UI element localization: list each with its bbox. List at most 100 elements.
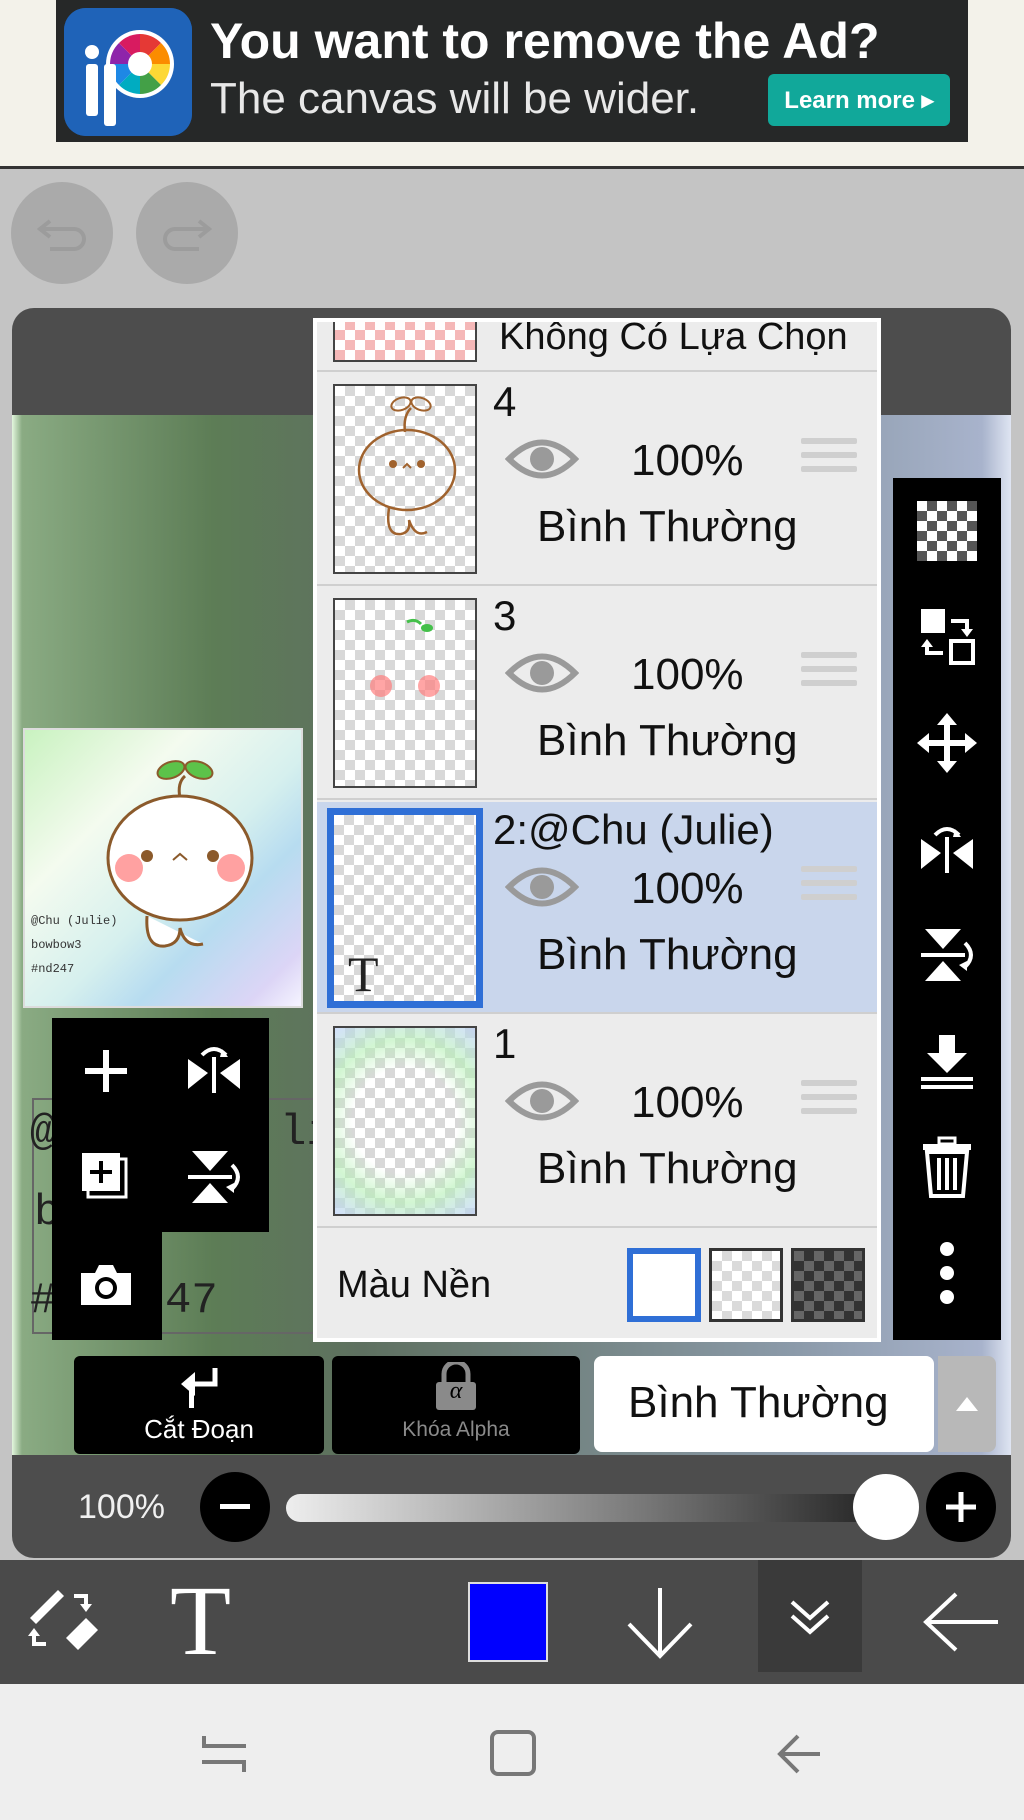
layer-opacity: 100% — [631, 864, 744, 913]
opacity-slider-track[interactable] — [286, 1494, 886, 1522]
checker-icon — [917, 501, 977, 561]
drag-handle-icon[interactable] — [801, 438, 857, 484]
blend-mode-dropdown-button[interactable] — [938, 1356, 996, 1452]
gradient-preview — [335, 1028, 475, 1214]
eye-icon[interactable] — [505, 648, 579, 698]
eye-icon[interactable] — [505, 434, 579, 484]
move-layer-down-button[interactable] — [620, 1582, 700, 1662]
camera-icon — [81, 1265, 131, 1305]
system-back-button[interactable] — [774, 1732, 824, 1776]
flip-vertical-icon — [188, 1151, 240, 1203]
drag-handle-icon[interactable] — [801, 1080, 857, 1126]
home-icon — [490, 1730, 536, 1776]
delete-layer-button[interactable] — [893, 1114, 1001, 1220]
blush-illustration — [370, 618, 440, 697]
bottom-toolbar: T — [0, 1560, 1024, 1684]
background-label: Màu Nền — [337, 1264, 492, 1306]
layer-row-4[interactable]: 4 100% Bình Thường — [317, 374, 877, 586]
eye-icon[interactable] — [505, 1076, 579, 1126]
recent-apps-icon — [202, 1736, 246, 1772]
layer-blend-mode: Bình Thường — [537, 502, 798, 551]
clipping-icon — [181, 1368, 218, 1408]
alpha-lock-label: Khóa Alpha — [402, 1418, 510, 1441]
brush-eraser-button[interactable] — [20, 1580, 104, 1664]
layer-opacity: 100% — [631, 1078, 744, 1127]
clipping-label: Cắt Đoạn — [144, 1414, 254, 1444]
merge-down-button[interactable] — [893, 1008, 1001, 1114]
arrow-left-icon — [923, 1592, 998, 1652]
layer-row-3[interactable]: 3 100% Bình Thường — [317, 588, 877, 800]
layer-blend-mode: Bình Thường — [537, 930, 798, 979]
more-options-button[interactable] — [893, 1220, 1001, 1326]
opacity-decrease-button[interactable] — [200, 1472, 270, 1542]
layer-thumbnail: T — [327, 808, 483, 1008]
back-button[interactable] — [918, 1582, 1002, 1662]
plus-icon — [85, 1050, 127, 1092]
flip-horizontal-layer-button[interactable] — [893, 796, 1001, 902]
redo-button[interactable] — [136, 182, 238, 284]
transparency-button[interactable] — [893, 478, 1001, 584]
trash-icon — [923, 1136, 971, 1198]
flip-horizontal-button[interactable] — [160, 1018, 268, 1124]
swap-layer-button[interactable] — [893, 584, 1001, 690]
layer-thumbnail — [333, 384, 477, 574]
system-back-icon — [777, 1734, 820, 1774]
layer-name: 2:@Chu (Julie) — [493, 806, 774, 853]
color-swatch-button[interactable] — [468, 1582, 548, 1662]
move-button[interactable] — [893, 690, 1001, 796]
layer-name: 3 — [493, 592, 517, 639]
more-icon — [940, 1242, 954, 1304]
eye-icon[interactable] — [505, 862, 579, 912]
undo-button[interactable] — [11, 182, 113, 284]
ad-subtitle: The canvas will be wider. — [210, 74, 700, 123]
recent-apps-button[interactable] — [196, 1732, 252, 1776]
ad-title: You want to remove the Ad? — [210, 13, 880, 69]
preview-text-line: @Chu (Julie) — [31, 914, 118, 928]
layer-row-2-selected[interactable]: T 2:@Chu (Julie) 100% Bình Thường — [317, 802, 877, 1014]
home-button[interactable] — [488, 1728, 538, 1778]
background-transparent-swatch[interactable] — [709, 1248, 783, 1322]
minus-icon — [220, 1504, 250, 1509]
drag-handle-icon[interactable] — [801, 652, 857, 698]
background-dark-swatch[interactable] — [791, 1248, 865, 1322]
flip-vertical-layer-button[interactable] — [893, 902, 1001, 1008]
clipping-button[interactable]: Cắt Đoạn — [74, 1356, 324, 1454]
ad-divider — [0, 166, 1024, 169]
alpha-lock-button[interactable]: α Khóa Alpha — [332, 1356, 580, 1454]
drag-handle-icon[interactable] — [801, 866, 857, 912]
text-tool-button[interactable]: T — [170, 1566, 231, 1676]
right-toolbar — [893, 478, 1001, 1340]
duplicate-layer-button[interactable] — [52, 1124, 160, 1230]
layer-row-1[interactable]: 1 100% Bình Thường — [317, 1016, 877, 1228]
selection-label: Không Có Lựa Chọn — [499, 318, 848, 358]
flip-horizontal-icon — [188, 1047, 240, 1093]
layer-opacity: 100% — [631, 650, 744, 699]
opacity-increase-button[interactable] — [926, 1472, 996, 1542]
camera-button[interactable] — [52, 1232, 160, 1338]
layer-thumbnail — [333, 1026, 477, 1216]
add-layer-button[interactable] — [52, 1018, 160, 1124]
canvas-preview-thumbnail[interactable]: @Chu (Julie) bowbow3 #nd247 — [23, 728, 303, 1008]
background-color-row: Màu Nền — [317, 1230, 877, 1338]
selection-layer-row[interactable]: Không Có Lựa Chọn — [317, 318, 877, 372]
layer-name: 1 — [493, 1020, 517, 1067]
duplicate-layer-icon — [82, 1153, 128, 1199]
layer-blend-mode: Bình Thường — [537, 1144, 798, 1193]
learn-more-button[interactable]: Learn more ▸ — [768, 74, 950, 126]
merge-down-icon — [921, 1035, 973, 1089]
flip-vertical-button[interactable] — [160, 1124, 268, 1230]
android-nav-bar — [0, 1684, 1024, 1820]
layer-opacity: 100% — [631, 436, 744, 485]
layer-menu-button[interactable] — [758, 1560, 862, 1672]
flip-horizontal-icon — [921, 827, 973, 873]
blend-mode-select[interactable]: Bình Thường — [594, 1356, 934, 1452]
opacity-value: 100% — [78, 1488, 165, 1526]
preview-text-line: #nd247 — [31, 962, 75, 976]
redo-icon — [163, 219, 213, 251]
plus-icon — [946, 1492, 976, 1522]
background-white-swatch[interactable] — [627, 1248, 701, 1322]
preview-text-line: bowbow3 — [31, 938, 82, 952]
opacity-slider-thumb[interactable] — [853, 1474, 919, 1540]
chevron-up-icon — [956, 1397, 978, 1411]
layers-list: Không Có Lựa Chọn 4 100% Bình Thường 3 1… — [313, 318, 881, 1342]
